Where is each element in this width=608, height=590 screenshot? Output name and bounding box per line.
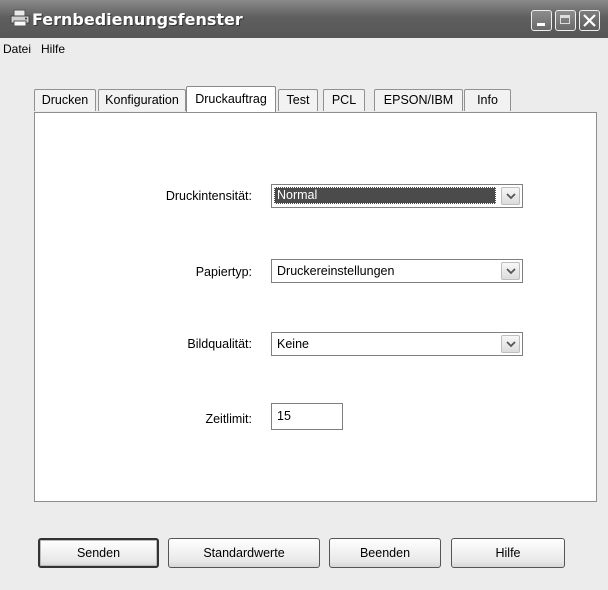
hilfe-button[interactable]: Hilfe	[451, 538, 565, 568]
papiertyp-label: Papiertyp:	[195, 265, 252, 279]
papiertyp-dropdown[interactable]: Druckereinstellungen	[271, 259, 523, 283]
chevron-down-icon[interactable]	[501, 335, 520, 353]
tab-druckauftrag[interactable]: Druckauftrag	[186, 86, 276, 112]
tab-panel-druckauftrag	[34, 112, 597, 502]
remote-window: Fernbedienungsfenster Datei Hilfe Drucke…	[0, 0, 608, 590]
druckintensitaet-dropdown[interactable]: Normal	[271, 184, 523, 208]
minimize-icon[interactable]	[531, 10, 552, 31]
title-bar[interactable]: Fernbedienungsfenster	[0, 0, 608, 39]
tab-info[interactable]: Info	[464, 89, 511, 111]
chevron-down-icon[interactable]	[501, 187, 520, 205]
tab-epson-ibm[interactable]: EPSON/IBM	[374, 89, 463, 111]
tab-konfiguration[interactable]: Konfiguration	[98, 89, 186, 111]
zeitlimit-input[interactable]: 15	[271, 403, 343, 430]
tab-drucken[interactable]: Drucken	[34, 89, 96, 111]
window-title: Fernbedienungsfenster	[32, 10, 243, 29]
tab-test[interactable]: Test	[278, 89, 318, 111]
printer-icon	[10, 9, 30, 27]
zeitlimit-value: 15	[277, 409, 291, 423]
papiertyp-value: Druckereinstellungen	[277, 264, 395, 278]
chevron-down-icon[interactable]	[501, 262, 520, 280]
menu-hilfe[interactable]: Hilfe	[41, 42, 65, 56]
maximize-icon[interactable]	[555, 10, 576, 31]
bildqualitaet-label: Bildqualität:	[187, 337, 252, 351]
standardwerte-button[interactable]: Standardwerte	[168, 538, 320, 568]
senden-button[interactable]: Senden	[38, 538, 159, 568]
bildqualitaet-dropdown[interactable]: Keine	[271, 332, 523, 356]
tab-pcl[interactable]: PCL	[323, 89, 365, 111]
druckintensitaet-label: Druckintensität:	[165, 189, 252, 203]
close-icon[interactable]	[579, 10, 600, 31]
zeitlimit-label: Zeitlimit:	[205, 412, 252, 426]
menu-bar: Datei Hilfe	[0, 38, 608, 58]
druckintensitaet-value: Normal	[274, 187, 496, 204]
bildqualitaet-value: Keine	[277, 337, 309, 351]
beenden-button[interactable]: Beenden	[329, 538, 441, 568]
menu-datei[interactable]: Datei	[3, 42, 31, 56]
